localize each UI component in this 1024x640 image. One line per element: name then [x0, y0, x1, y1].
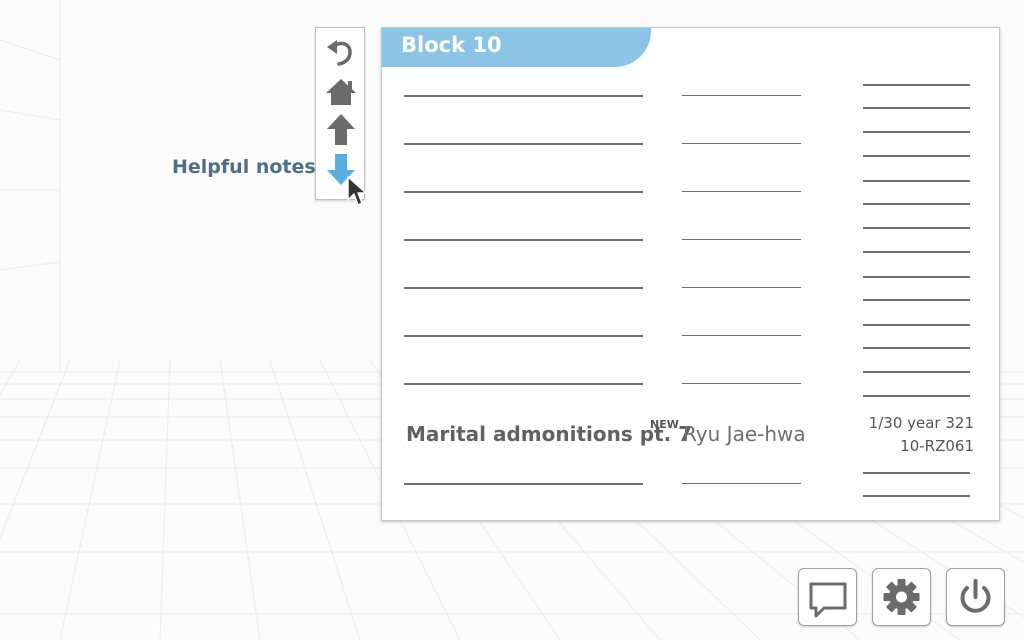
row-divider [682, 143, 801, 144]
row-divider [863, 495, 970, 497]
card-title: Block 10 [401, 33, 502, 57]
row-divider [863, 180, 970, 182]
new-badge: NEW [650, 418, 679, 431]
row-divider [682, 191, 801, 192]
settings-button[interactable] [872, 568, 931, 626]
card-header-tab: Block 10 [382, 28, 651, 67]
arrow-up-icon [327, 114, 355, 145]
row-divider [682, 335, 801, 336]
chat-bubble-icon [809, 582, 847, 618]
row-divider [682, 239, 801, 240]
row-divider [863, 347, 970, 349]
row-divider [863, 155, 970, 157]
row-divider [863, 371, 970, 373]
row-divider [404, 287, 643, 289]
entry-date: 1/30 year 321 [868, 414, 974, 432]
row-divider [863, 472, 970, 474]
home-button[interactable] [324, 76, 358, 108]
row-divider [863, 324, 970, 326]
row-divider [404, 191, 643, 193]
entry-author: Ryu Jae-hwa [683, 422, 806, 446]
row-divider [863, 395, 970, 397]
row-divider [863, 299, 970, 301]
undo-button[interactable] [324, 36, 358, 68]
chat-button[interactable] [798, 568, 857, 626]
entry-code: 10-RZ061 [900, 437, 974, 455]
row-divider [863, 227, 970, 229]
power-button[interactable] [946, 568, 1005, 626]
row-divider [863, 203, 970, 205]
row-divider [404, 95, 643, 97]
row-divider [404, 143, 643, 145]
helpful-notes-label[interactable]: Helpful notes [172, 156, 316, 178]
row-divider [863, 251, 970, 253]
row-divider [863, 276, 970, 278]
row-divider [863, 131, 970, 133]
row-divider [682, 383, 801, 384]
row-divider [863, 84, 970, 86]
row-divider [682, 483, 801, 484]
row-divider [682, 95, 801, 96]
gear-icon [883, 579, 920, 615]
power-icon [960, 579, 991, 613]
row-divider [404, 483, 643, 485]
row-divider [682, 287, 801, 288]
undo-arrow-icon [327, 40, 352, 66]
home-icon [326, 79, 356, 105]
row-divider [863, 107, 970, 109]
block-card: Block 10 Marital admonitions pt. 7 NEW R… [381, 27, 1000, 521]
mouse-cursor-icon [347, 176, 367, 206]
row-divider [404, 335, 643, 337]
arrow-up-button[interactable] [324, 112, 358, 145]
row-divider [404, 239, 643, 241]
row-divider [404, 383, 643, 385]
